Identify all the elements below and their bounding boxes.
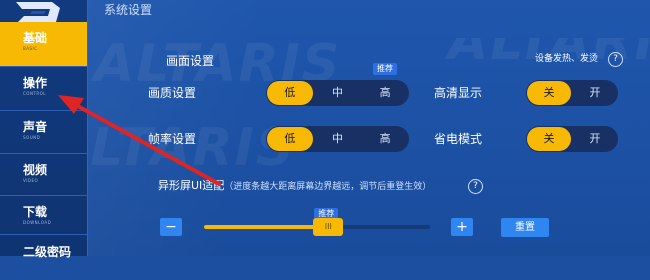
hd-toggle: 关 开	[526, 80, 618, 106]
sidebar-item-control[interactable]: 操作 CONTROL	[0, 67, 87, 111]
sidebar-item-label: 操作	[23, 76, 48, 90]
framerate-option-low[interactable]: 低	[267, 127, 313, 151]
notch-adapt-note: （进度条越大距离屏幕边界越远，调节后重登生效）	[224, 182, 432, 192]
help-icon[interactable]: ?	[468, 179, 483, 194]
slider-thumb[interactable]: III	[313, 218, 344, 236]
divider	[0, 234, 87, 235]
increase-button[interactable]: +	[451, 218, 473, 236]
power-save-option-on[interactable]: 开	[573, 127, 617, 151]
notch-adapt-title: 异形屏UI适配（进度条越大距离屏幕边界越远，调节后重登生效）	[158, 179, 431, 194]
section-title-screen: 画面设置	[166, 54, 215, 68]
sidebar-item-video[interactable]: 视频 VIDEO	[0, 154, 87, 198]
sidebar-item-sublabel: VIDEO	[23, 178, 39, 183]
sidebar-item-sound[interactable]: 声音 SOUND	[0, 111, 87, 155]
sidebar-item-sublabel: BASIC	[23, 46, 38, 51]
hd-label: 高清显示	[434, 86, 483, 100]
recommended-badge: 推荐	[373, 63, 397, 75]
quality-option-medium[interactable]: 中	[315, 81, 361, 105]
sidebar-item-sublabel: SOUND	[23, 135, 41, 140]
sidebar: 基础 BASIC 操作 CONTROL 声音 SOUND 视频 VIDEO 下载…	[0, 0, 88, 259]
quality-option-low[interactable]: 低	[267, 81, 313, 105]
page-title: 系统设置	[104, 3, 153, 17]
sidebar-item-label: 声音	[23, 120, 48, 134]
quality-selector: 低 中 高	[266, 80, 409, 106]
framerate-option-medium[interactable]: 中	[315, 127, 361, 151]
reset-button[interactable]: 重置	[501, 218, 549, 237]
quality-label: 画质设置	[148, 86, 197, 100]
sidebar-item-label: 下载	[23, 205, 48, 219]
settings-panel: ALTARIS ALTARIS ALTARIS 系统设置 画面设置 设备发热、发…	[88, 0, 650, 256]
sidebar-item-secondary-password[interactable]: 二级密码	[0, 236, 87, 280]
slider-fill	[204, 225, 329, 229]
game-logo-icon	[16, 2, 60, 22]
sidebar-item-label: 视频	[23, 163, 48, 177]
power-save-toggle: 关 开	[526, 126, 618, 152]
sidebar-item-label: 基础	[23, 31, 48, 45]
sidebar-item-sublabel: DOWNLOAD	[23, 220, 52, 225]
framerate-selector: 低 中 高	[266, 126, 409, 152]
framerate-label: 帧率设置	[148, 132, 197, 146]
power-save-option-off[interactable]: 关	[527, 127, 571, 151]
decrease-button[interactable]: −	[160, 218, 182, 236]
sidebar-item-basic[interactable]: 基础 BASIC	[0, 22, 87, 66]
power-save-label: 省电模式	[434, 132, 483, 146]
sidebar-item-sublabel: CONTROL	[23, 91, 47, 96]
hd-option-on[interactable]: 开	[573, 81, 617, 105]
overheat-help-link[interactable]: 设备发热、发烫	[535, 53, 598, 65]
framerate-option-high[interactable]: 高	[362, 127, 408, 151]
sidebar-item-label: 二级密码	[23, 245, 72, 259]
quality-option-high[interactable]: 高	[362, 81, 408, 105]
hd-option-off[interactable]: 关	[527, 81, 571, 105]
notch-adapt-label: 异形屏UI适配	[158, 179, 225, 192]
help-icon[interactable]: ?	[608, 52, 623, 67]
